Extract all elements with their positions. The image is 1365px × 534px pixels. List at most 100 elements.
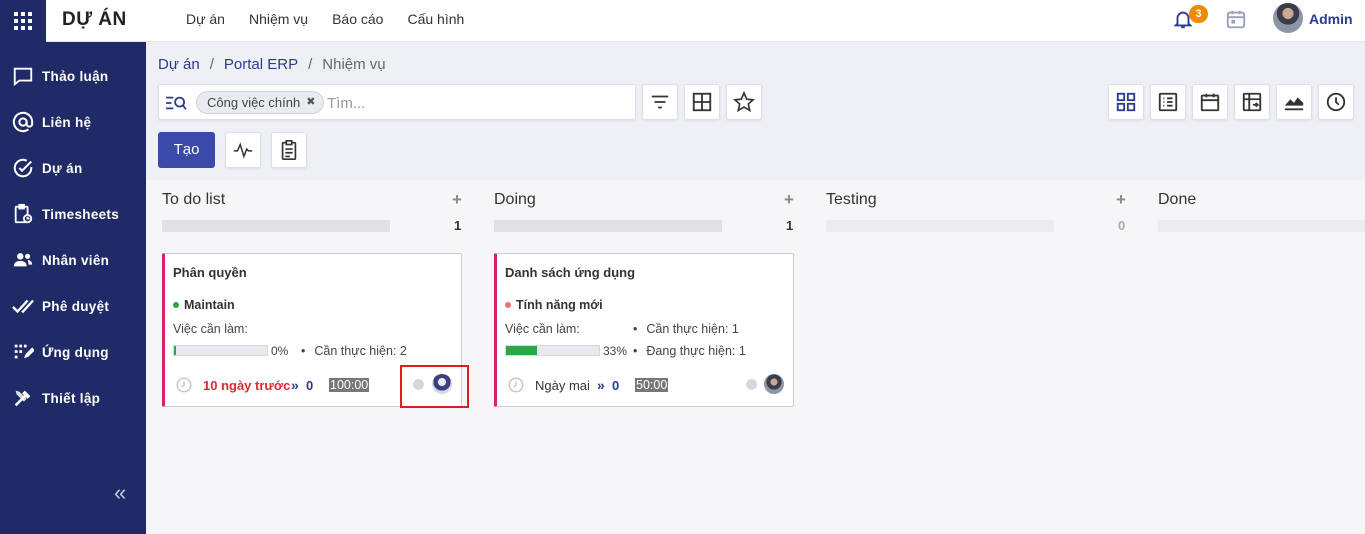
- progress-fill: [506, 346, 537, 355]
- star-icon: [733, 91, 755, 113]
- table-icon: [692, 92, 712, 112]
- kanban-card[interactable]: Danh sách ứng dụng Tính năng mới Việc cầ…: [494, 253, 794, 407]
- card-tag: Tính năng mới: [505, 298, 603, 312]
- top-menu-tasks[interactable]: Nhiệm vụ: [249, 11, 308, 27]
- column-title[interactable]: Testing: [826, 191, 877, 209]
- breadcrumb-root[interactable]: Dự án: [158, 56, 200, 73]
- deadline: Ngày mai: [535, 378, 590, 393]
- sidebar-item-label: Thiết lập: [42, 390, 101, 406]
- progress-percent: 33%: [603, 344, 628, 358]
- breadcrumb-current: Nhiệm vụ: [322, 56, 386, 73]
- calendar-icon: [1200, 93, 1220, 112]
- deadline: 10 ngày trước: [203, 378, 291, 393]
- calendar-icon[interactable]: [1225, 8, 1247, 30]
- column-title[interactable]: Done: [1158, 191, 1196, 209]
- clock-icon: [1326, 92, 1346, 112]
- graph-view-button[interactable]: [1276, 84, 1312, 120]
- column-title[interactable]: Doing: [494, 191, 536, 209]
- group-by-button[interactable]: [684, 84, 720, 120]
- activity-button[interactable]: [225, 132, 261, 168]
- facet-remove-icon[interactable]: ✖: [306, 92, 315, 113]
- sidebar-item-apps[interactable]: Ứng dụng: [12, 340, 109, 364]
- subtask-count: 0: [306, 378, 314, 393]
- top-menu-config[interactable]: Cấu hình: [407, 11, 464, 27]
- favorites-button[interactable]: [726, 84, 762, 120]
- card-tag: Maintain: [173, 298, 235, 312]
- kanban-icon: [1116, 92, 1136, 112]
- calendar-view-button[interactable]: [1192, 84, 1228, 120]
- tag-dot: [173, 302, 179, 308]
- pivot-view-button[interactable]: [1234, 84, 1270, 120]
- apps-list-icon: [14, 344, 34, 359]
- card-title: Phân quyền: [173, 265, 247, 280]
- todo-stat: Cần thực hiện: 2: [301, 344, 406, 358]
- top-menu-reports[interactable]: Báo cáo: [332, 11, 383, 27]
- highlight-box: [400, 365, 469, 408]
- pulse-icon: [233, 142, 253, 159]
- add-card-icon[interactable]: +: [1116, 190, 1126, 210]
- breadcrumb-separator: /: [209, 56, 214, 73]
- sidebar-item-label: Nhân viên: [42, 252, 110, 268]
- filter-button[interactable]: [642, 84, 678, 120]
- sidebar-item-discussion[interactable]: Thảo luận: [12, 64, 108, 88]
- sidebar-item-approvals[interactable]: Phê duyệt: [12, 294, 109, 318]
- pivot-icon: [1242, 92, 1262, 112]
- clock-icon: [176, 377, 192, 393]
- user-avatar[interactable]: [1273, 3, 1303, 33]
- progress-fill: [174, 346, 176, 355]
- list-view-button[interactable]: [1150, 84, 1186, 120]
- app-title: DỰ ÁN: [62, 9, 127, 30]
- clock-icon: [508, 377, 524, 393]
- sidebar-item-projects[interactable]: Dự án: [12, 156, 83, 180]
- column-progress-bar: [1158, 220, 1365, 232]
- tools-icon: [14, 390, 31, 407]
- search-input[interactable]: [327, 91, 627, 115]
- sidebar-item-contacts[interactable]: Liên hệ: [12, 110, 91, 134]
- chat-icon: [13, 67, 33, 87]
- planned-hours: 50:00: [635, 378, 669, 392]
- kanban-state-dot[interactable]: [746, 379, 757, 390]
- subtask-icon: »: [597, 377, 605, 393]
- breadcrumb-project[interactable]: Portal ERP: [224, 56, 298, 73]
- clipboard-button[interactable]: [271, 132, 307, 168]
- sidebar-item-label: Ứng dụng: [42, 344, 109, 360]
- clipboard-icon: [281, 140, 297, 160]
- column-title[interactable]: To do list: [162, 191, 225, 209]
- breadcrumb-separator: /: [308, 56, 313, 73]
- todo-label: Việc cần làm:: [505, 322, 580, 336]
- add-card-icon[interactable]: +: [452, 190, 462, 210]
- add-card-icon[interactable]: +: [784, 190, 794, 210]
- planned-hours: 100:00: [329, 378, 370, 392]
- todo-progress-bar: [505, 345, 600, 356]
- activity-view-button[interactable]: [1318, 84, 1354, 120]
- area-chart-icon: [1284, 97, 1304, 111]
- sidebar-item-label: Thảo luận: [42, 68, 109, 84]
- double-check-icon: [12, 299, 34, 314]
- sidebar: Thảo luận Liên hệ Dự án Timesheets Nhân …: [0, 42, 146, 534]
- todo-progress-bar: [173, 345, 268, 356]
- sidebar-item-employees[interactable]: Nhân viên: [12, 248, 109, 272]
- sidebar-item-label: Liên hệ: [42, 114, 92, 130]
- column-progress-bar: [826, 220, 1054, 232]
- kanban-view-button[interactable]: [1108, 84, 1144, 120]
- notification-badge: 3: [1189, 5, 1208, 23]
- top-menu-projects[interactable]: Dự án: [186, 11, 225, 27]
- top-bar: DỰ ÁN Dự án Nhiệm vụ Báo cáo Cấu hình 3 …: [0, 0, 1365, 42]
- assignee-avatar[interactable]: [764, 374, 784, 394]
- user-name[interactable]: Admin: [1309, 11, 1353, 27]
- subtask-icon: »: [291, 377, 299, 393]
- search-bar[interactable]: Công việc chính ✖: [158, 84, 636, 120]
- sidebar-item-timesheets[interactable]: Timesheets: [12, 202, 119, 226]
- apps-menu-button[interactable]: [0, 0, 46, 42]
- sidebar-item-settings[interactable]: Thiết lập: [12, 386, 100, 410]
- top-menu: Dự án Nhiệm vụ Báo cáo Cấu hình: [186, 11, 464, 27]
- search-facet[interactable]: Công việc chính ✖: [196, 91, 325, 114]
- create-button[interactable]: Tạo: [158, 132, 215, 168]
- people-icon: [13, 253, 33, 267]
- facet-label: Công việc chính: [207, 95, 301, 110]
- breadcrumb: Dự án / Portal ERP / Nhiệm vụ: [158, 56, 386, 73]
- list-icon: [1158, 92, 1178, 112]
- collapse-sidebar-icon[interactable]: «: [114, 480, 126, 506]
- todo-label: Việc cần làm:: [173, 322, 248, 336]
- check-circle-icon: [13, 158, 33, 178]
